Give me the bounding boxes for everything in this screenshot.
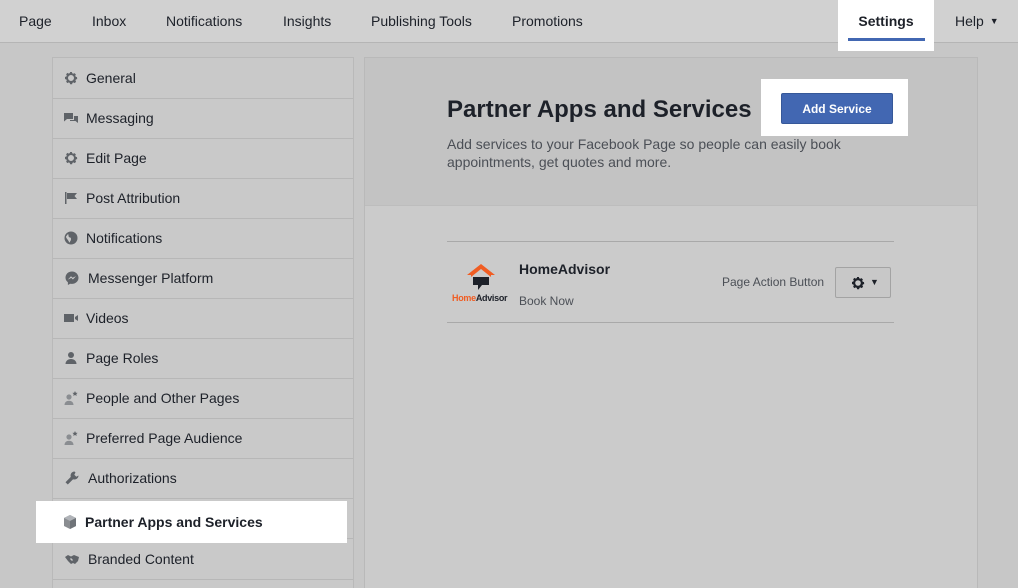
sidebar-item-preferred-page-audience[interactable]: Preferred Page Audience bbox=[53, 418, 353, 459]
gear-icon bbox=[852, 277, 865, 290]
nav-inbox[interactable]: Inbox bbox=[92, 0, 126, 42]
sidebar-item-label: Authorizations bbox=[88, 470, 177, 486]
gear-icon bbox=[65, 72, 78, 85]
sidebar-item-post-attribution[interactable]: Post Attribution bbox=[53, 178, 353, 219]
add-service-highlight: Add Service bbox=[761, 79, 908, 136]
flag-icon bbox=[65, 192, 77, 204]
nav-insights[interactable]: Insights bbox=[283, 0, 331, 42]
nav-publishing-tools[interactable]: Publishing Tools bbox=[371, 0, 472, 42]
active-tab-underline bbox=[848, 38, 925, 41]
sidebar-item-label: Page Roles bbox=[86, 350, 159, 366]
service-subtitle: Book Now bbox=[519, 294, 574, 308]
divider bbox=[447, 322, 894, 323]
sidebar-item-label: Messaging bbox=[86, 110, 154, 126]
sidebar-item-messaging[interactable]: Messaging bbox=[53, 98, 353, 139]
chat-bubbles-icon bbox=[64, 113, 78, 123]
gear-icon bbox=[65, 152, 78, 165]
top-navigation: Page Inbox Notifications Insights Publis… bbox=[0, 0, 1018, 51]
service-name: HomeAdvisor bbox=[519, 261, 611, 277]
service-type: Page Action Button bbox=[722, 275, 825, 289]
sidebar-item-branded-content[interactable]: Branded Content bbox=[53, 538, 353, 580]
globe-icon bbox=[64, 231, 78, 245]
service-settings-button[interactable]: ▼ bbox=[835, 267, 891, 298]
cube-icon bbox=[64, 515, 76, 529]
sidebar-item-label: Post Attribution bbox=[86, 190, 181, 206]
page-title: Partner Apps and Services bbox=[447, 96, 752, 123]
add-service-button[interactable]: Add Service bbox=[781, 93, 893, 124]
video-camera-icon bbox=[64, 314, 78, 322]
wrench-icon bbox=[65, 471, 79, 485]
sidebar-item-label: Notifications bbox=[86, 230, 163, 246]
nav-notifications[interactable]: Notifications bbox=[166, 0, 242, 42]
nav-help[interactable]: Help ▼ bbox=[955, 0, 999, 42]
sidebar-item-label: Videos bbox=[86, 310, 129, 326]
sidebar-item-notifications[interactable]: Notifications bbox=[53, 218, 353, 259]
page-description: Add services to your Facebook Page so pe… bbox=[447, 136, 841, 170]
nav-page[interactable]: Page bbox=[19, 0, 52, 42]
sidebar-item-label: General bbox=[86, 70, 136, 86]
caret-down-icon: ▼ bbox=[989, 16, 999, 26]
sidebar-item-messenger-platform[interactable]: Messenger Platform bbox=[53, 258, 353, 299]
person-icon bbox=[65, 352, 77, 364]
main-panel: Partner Apps and Services Add services t… bbox=[364, 57, 978, 588]
sidebar-item-label: People and Other Pages bbox=[86, 390, 240, 406]
messenger-icon bbox=[65, 271, 79, 285]
sidebar-item-edit-page[interactable]: Edit Page bbox=[53, 138, 353, 179]
caret-down-icon: ▼ bbox=[870, 277, 879, 287]
homeadvisor-logo: HomeAdvisor bbox=[450, 263, 512, 307]
nav-promotions[interactable]: Promotions bbox=[512, 0, 583, 42]
sidebar-item-page-roles[interactable]: Page Roles bbox=[53, 338, 353, 379]
logo-wordmark: HomeAdvisor bbox=[452, 293, 508, 303]
divider bbox=[447, 241, 894, 242]
nav-settings[interactable]: Settings bbox=[838, 0, 934, 51]
house-logo-icon bbox=[467, 264, 495, 290]
sidebar-item-people-and-other-pages[interactable]: People and Other Pages bbox=[53, 378, 353, 419]
person-star-icon bbox=[64, 431, 78, 445]
sidebar-item-label: Edit Page bbox=[86, 150, 147, 166]
person-star-icon bbox=[64, 391, 78, 405]
sidebar-item-label: Messenger Platform bbox=[88, 270, 214, 286]
sidebar-item-partner-apps-and-services[interactable]: Partner Apps and Services bbox=[36, 501, 347, 543]
nav-help-label: Help bbox=[955, 13, 984, 29]
sidebar-item-label: Preferred Page Audience bbox=[86, 430, 243, 446]
sidebar-item-label: Branded Content bbox=[88, 551, 194, 567]
sidebar-item-label: Partner Apps and Services bbox=[85, 514, 263, 530]
nav-settings-label: Settings bbox=[858, 13, 914, 29]
sidebar-item-videos[interactable]: Videos bbox=[53, 298, 353, 339]
sidebar-item-authorizations[interactable]: Authorizations bbox=[53, 458, 353, 499]
handshake-icon bbox=[65, 555, 79, 564]
sidebar-item-general[interactable]: General bbox=[53, 58, 353, 99]
